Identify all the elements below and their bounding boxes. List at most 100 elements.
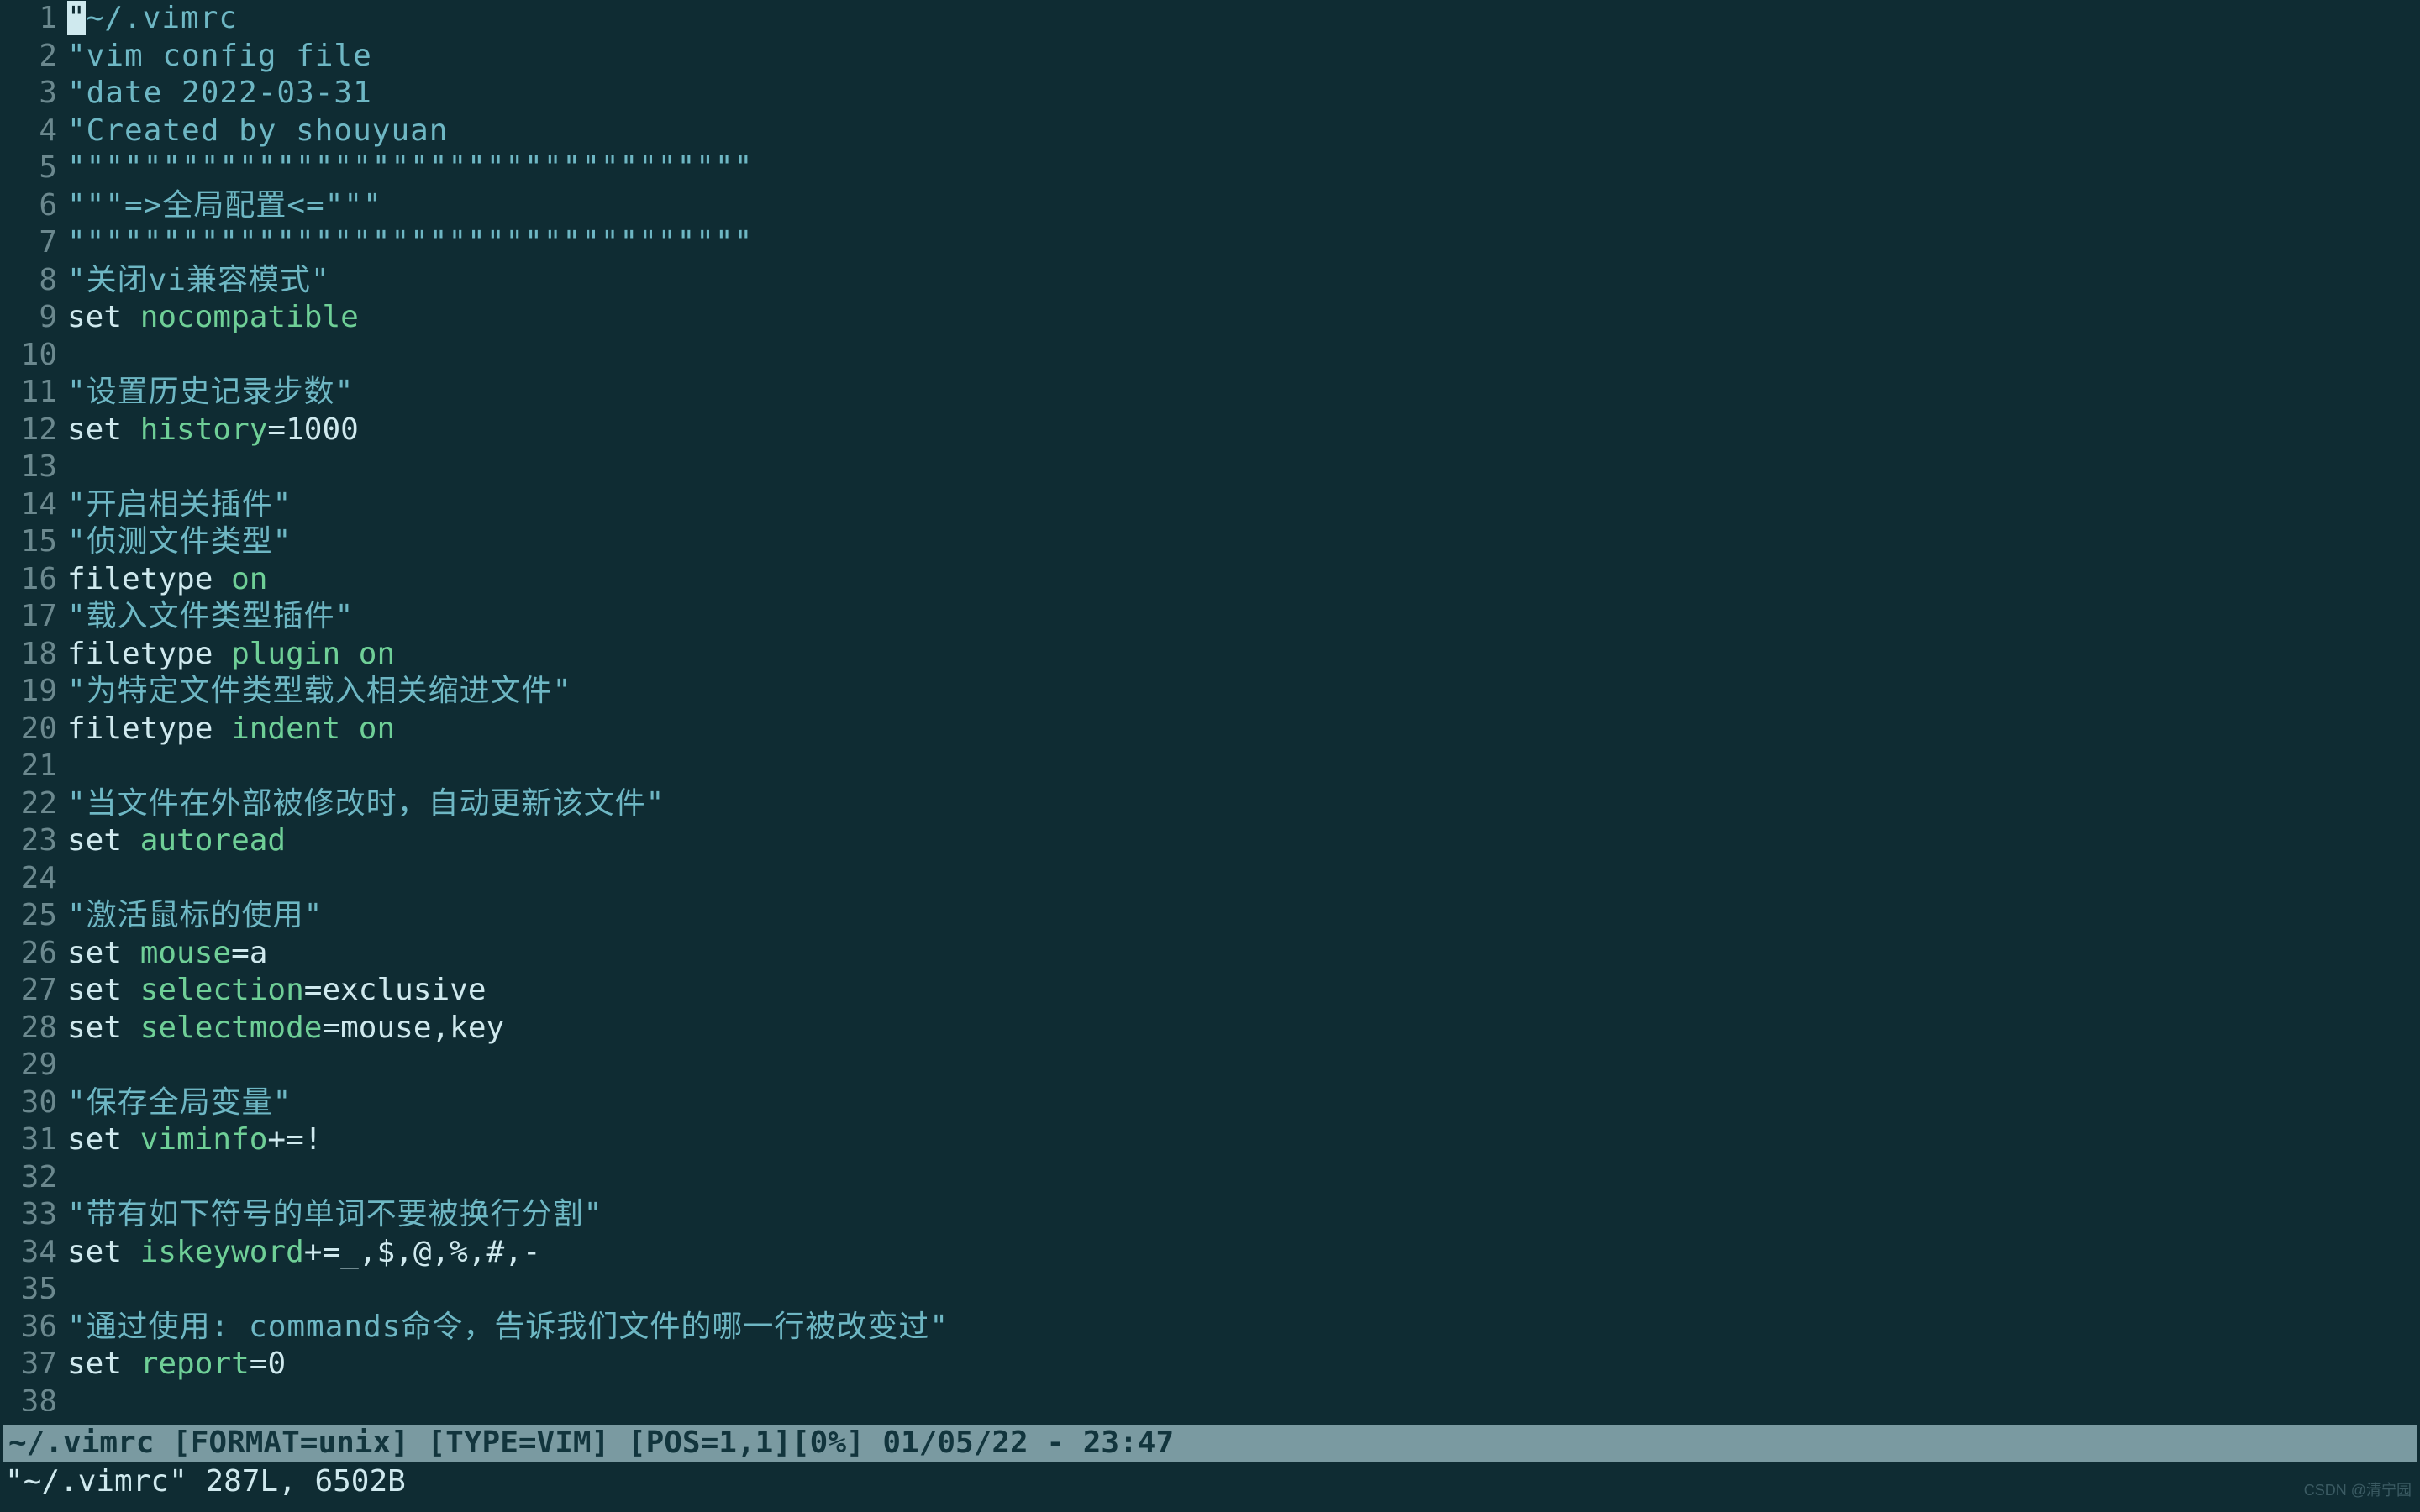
line-number: 10 <box>0 337 67 375</box>
code-line[interactable]: 10 <box>0 337 2420 375</box>
line-number: 16 <box>0 561 67 599</box>
line-number: 37 <box>0 1346 67 1383</box>
code-line[interactable]: 11"设置历史记录步数" <box>0 374 2420 412</box>
code-line[interactable]: 6"""=>全局配置<=""" <box>0 187 2420 225</box>
line-number: 12 <box>0 412 67 449</box>
line-number: 26 <box>0 935 67 973</box>
code-line[interactable]: 28set selectmode=mouse,key <box>0 1010 2420 1047</box>
code-line[interactable]: 16filetype on <box>0 561 2420 599</box>
code-content: "激活鼠标的使用" <box>67 897 323 935</box>
code-line[interactable]: 12set history=1000 <box>0 412 2420 449</box>
code-content: set nocompatible <box>67 299 359 337</box>
code-content: "载入文件类型插件" <box>67 598 354 636</box>
code-line[interactable]: 37set report=0 <box>0 1346 2420 1383</box>
code-line[interactable]: 22"当文件在外部被修改时，自动更新该文件" <box>0 785 2420 823</box>
line-number: 2 <box>0 38 67 76</box>
code-line[interactable]: 5"""""""""""""""""""""""""""""""""""" <box>0 150 2420 187</box>
code-content: set viminfo+=! <box>67 1121 322 1159</box>
line-number: 19 <box>0 673 67 711</box>
line-number: 9 <box>0 299 67 337</box>
code-line[interactable]: 13 <box>0 449 2420 486</box>
code-line[interactable]: 21 <box>0 748 2420 785</box>
code-line[interactable]: 17"载入文件类型插件" <box>0 598 2420 636</box>
code-content: filetype indent on <box>67 711 395 748</box>
code-line[interactable]: 19"为特定文件类型载入相关缩进文件" <box>0 673 2420 711</box>
code-line[interactable]: 30"保存全局变量" <box>0 1084 2420 1122</box>
code-content: set selection=exclusive <box>67 972 487 1010</box>
code-line[interactable]: 7"""""""""""""""""""""""""""""""""""" <box>0 224 2420 262</box>
code-content: set report=0 <box>67 1346 286 1383</box>
code-line[interactable]: 9set nocompatible <box>0 299 2420 337</box>
code-line[interactable]: 34set iskeyword+=_,$,@,%,#,- <box>0 1234 2420 1272</box>
line-number: 13 <box>0 449 67 486</box>
line-number: 25 <box>0 897 67 935</box>
code-line[interactable]: 33"带有如下符号的单词不要被换行分割" <box>0 1196 2420 1234</box>
line-number: 35 <box>0 1271 67 1309</box>
line-number: 31 <box>0 1121 67 1159</box>
code-line[interactable]: 38 <box>0 1383 2420 1412</box>
code-line[interactable]: 3"date 2022-03-31 <box>0 75 2420 113</box>
line-number: 11 <box>0 374 67 412</box>
editor-viewport[interactable]: 1"~/.vimrc2"vim config file3"date 2022-0… <box>0 0 2420 1411</box>
code-content: filetype on <box>67 561 267 599</box>
code-content: "vim config file <box>67 38 372 76</box>
code-content: """""""""""""""""""""""""""""""""""" <box>67 150 753 187</box>
code-line[interactable]: 15"侦测文件类型" <box>0 523 2420 561</box>
code-line[interactable]: 2"vim config file <box>0 38 2420 76</box>
line-number: 1 <box>0 0 67 38</box>
code-line[interactable]: 14"开启相关插件" <box>0 486 2420 524</box>
status-bar: ~/.vimrc [FORMAT=unix] [TYPE=VIM] [POS=1… <box>3 1425 2417 1462</box>
code-line[interactable]: 25"激活鼠标的使用" <box>0 897 2420 935</box>
line-number: 33 <box>0 1196 67 1234</box>
line-number: 20 <box>0 711 67 748</box>
code-line[interactable]: 26set mouse=a <box>0 935 2420 973</box>
code-content: "带有如下符号的单词不要被换行分割" <box>67 1196 602 1234</box>
line-number: 5 <box>0 150 67 187</box>
code-content: "Created by shouyuan <box>67 113 448 150</box>
line-number: 15 <box>0 523 67 561</box>
code-line[interactable]: 29 <box>0 1047 2420 1084</box>
line-number: 17 <box>0 598 67 636</box>
code-line[interactable]: 32 <box>0 1159 2420 1197</box>
line-number: 6 <box>0 187 67 225</box>
code-content: "为特定文件类型载入相关缩进文件" <box>67 673 571 711</box>
line-number: 36 <box>0 1309 67 1347</box>
code-content: "侦测文件类型" <box>67 523 292 561</box>
code-content: "保存全局变量" <box>67 1084 292 1122</box>
code-line[interactable]: 36"通过使用: commands命令，告诉我们文件的哪一行被改变过" <box>0 1309 2420 1347</box>
code-content: set autoread <box>67 822 286 860</box>
line-number: 38 <box>0 1383 67 1412</box>
line-number: 14 <box>0 486 67 524</box>
code-content: set selectmode=mouse,key <box>67 1010 504 1047</box>
code-content: set mouse=a <box>67 935 267 973</box>
line-number: 18 <box>0 636 67 674</box>
line-number: 4 <box>0 113 67 150</box>
code-line[interactable]: 1"~/.vimrc <box>0 0 2420 38</box>
code-line[interactable]: 31set viminfo+=! <box>0 1121 2420 1159</box>
line-number: 23 <box>0 822 67 860</box>
line-number: 34 <box>0 1234 67 1272</box>
code-content: "开启相关插件" <box>67 486 292 524</box>
code-content: "~/.vimrc <box>67 0 238 38</box>
code-line[interactable]: 8"关闭vi兼容模式" <box>0 262 2420 300</box>
code-content: set iskeyword+=_,$,@,%,#,- <box>67 1234 541 1272</box>
code-line[interactable]: 24 <box>0 860 2420 898</box>
code-line[interactable]: 20filetype indent on <box>0 711 2420 748</box>
line-number: 8 <box>0 262 67 300</box>
code-line[interactable]: 23set autoread <box>0 822 2420 860</box>
code-content: "关闭vi兼容模式" <box>67 262 330 300</box>
line-number: 24 <box>0 860 67 898</box>
code-line[interactable]: 35 <box>0 1271 2420 1309</box>
code-line[interactable]: 4"Created by shouyuan <box>0 113 2420 150</box>
code-line[interactable]: 27set selection=exclusive <box>0 972 2420 1010</box>
line-number: 3 <box>0 75 67 113</box>
line-number: 27 <box>0 972 67 1010</box>
code-content: "通过使用: commands命令，告诉我们文件的哪一行被改变过" <box>67 1309 949 1347</box>
line-number: 22 <box>0 785 67 823</box>
code-line[interactable]: 18filetype plugin on <box>0 636 2420 674</box>
line-number: 30 <box>0 1084 67 1122</box>
code-content: "设置历史记录步数" <box>67 374 354 412</box>
code-content: """""""""""""""""""""""""""""""""""" <box>67 224 753 262</box>
code-content: "当文件在外部被修改时，自动更新该文件" <box>67 785 665 823</box>
code-content: set history=1000 <box>67 412 359 449</box>
